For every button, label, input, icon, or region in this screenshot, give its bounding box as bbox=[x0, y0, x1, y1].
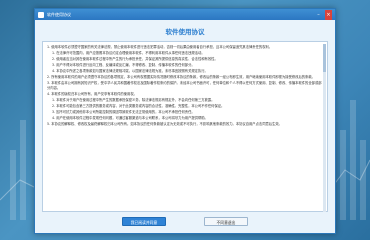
paragraph: 4. 用户在使用本软件过程中发现任何问题，可通过客服渠道与本公司联系，本公司将尽… bbox=[52, 116, 208, 120]
paragraph: 2. 本软件可能包含第三方提供的服务或内容，对于此类服务或内容的合法性、准确性、… bbox=[52, 104, 225, 108]
window-title: 软件使用协议 bbox=[47, 11, 71, 17]
paragraph: 2. 所有使用本软件的用户必须遵守本协议的各项规定，本公司有权根据实际情况随时修… bbox=[47, 75, 315, 79]
paragraph: 4. 本软件的版权归本公司所有，用户仅享有本软件的使用权。 bbox=[47, 92, 137, 96]
button-row: 我已阅读并同意 不同意退出 bbox=[35, 217, 335, 226]
agreement-heading: 软件使用协议 bbox=[165, 28, 205, 36]
title-bar: 软件使用协议 – × bbox=[35, 9, 335, 20]
agreement-text-area[interactable]: 1. 使用本软件必须遵守国家的有关法律法规，禁止使用本软件进行违法犯罪活动，否则… bbox=[42, 41, 328, 212]
paragraph: 1. 本软件对于用户在使用过程中所产生的数据承担保密义务，除法律法规另有规定外，… bbox=[52, 98, 215, 102]
paragraph: 3. 本软件由本公司拥有其知识产权，受中华人民共和国著作权法及国际著作权条约的保… bbox=[47, 81, 322, 90]
paragraph: 1. 在法律许可范围内，用户应按照本协议约定合理使用本软件，不得利用本软件从事任… bbox=[52, 51, 205, 55]
paragraph: 1. 使用本软件必须遵守国家的有关法律法规，禁止使用本软件进行违法犯罪活动，否则… bbox=[47, 45, 273, 49]
agreement-dialog: 软件使用协议 – × 软件使用协议 1. 使用本软件必须遵守国家的有关法律法规，… bbox=[34, 8, 336, 234]
paragraph: 2. 使用者应当对其在使用本软件过程中所产生的行为承担责任，并保证其所提供信息的… bbox=[52, 57, 218, 61]
disagree-button[interactable]: 不同意退出 bbox=[204, 217, 248, 226]
scrollbar-thumb[interactable] bbox=[323, 44, 326, 72]
app-icon bbox=[38, 11, 44, 18]
paragraph: 3. 用户不得对本软件进行反向工程、反编译或反汇编，不得修改、复制、传播本软件的… bbox=[52, 63, 195, 67]
paragraph: 5. 本协议的解释权、修改权及最终解释权归本公司所有。如本协议的任何条款被认定为… bbox=[47, 122, 282, 126]
close-icon[interactable]: × bbox=[325, 9, 332, 20]
agree-button[interactable]: 我已阅读并同意 bbox=[122, 217, 166, 226]
paragraph: 3. 因不可抗力或其他非本公司所能控制的原因导致软件无法正常使用的，本公司不承担… bbox=[52, 110, 195, 114]
scrollbar[interactable] bbox=[323, 44, 326, 212]
minimize-icon[interactable]: – bbox=[315, 10, 322, 20]
paragraph: 4. 本协议中所述之各项条款如与国家法律法规相冲突，以国家法律法规为准，未尽事宜… bbox=[52, 69, 208, 73]
